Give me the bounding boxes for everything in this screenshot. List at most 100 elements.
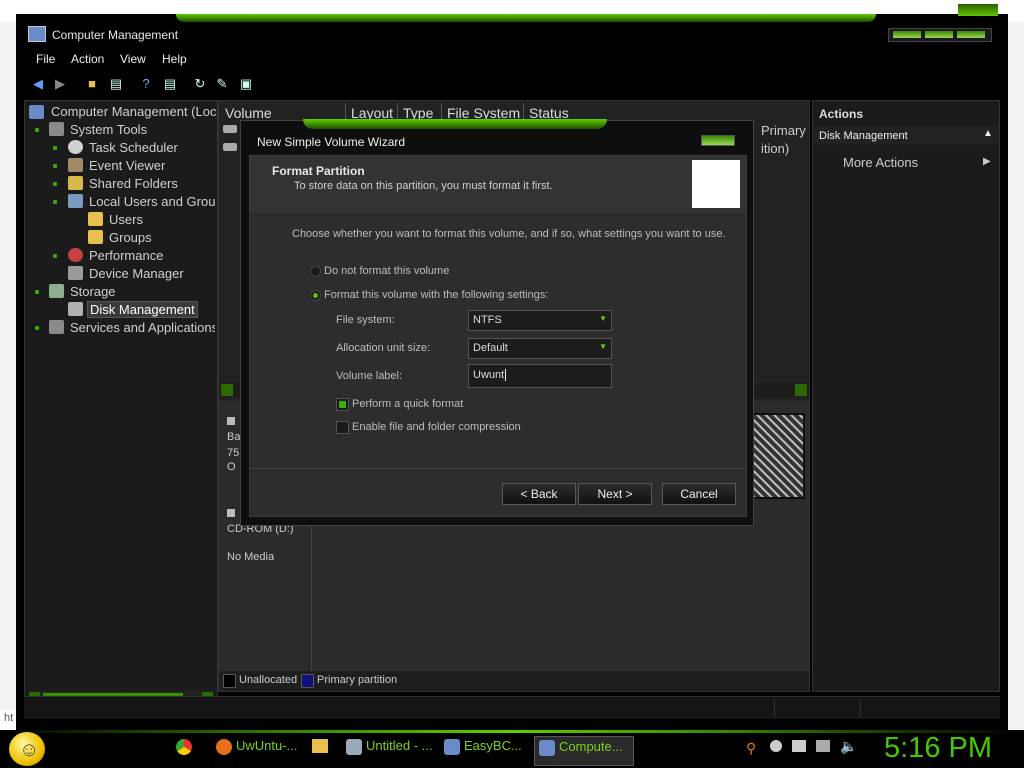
label-do-not-format[interactable]: Do not format this volume (324, 265, 449, 277)
back-arrow-icon[interactable]: ◀ (30, 76, 46, 92)
folder-icon (88, 212, 103, 226)
close-button[interactable] (957, 31, 985, 38)
start-button-smiley-icon[interactable]: ☺ (9, 732, 45, 766)
radio-format-volume[interactable] (310, 290, 321, 301)
disk-basic-text: Ba (227, 431, 241, 443)
menu-view[interactable]: View (120, 52, 146, 66)
expand-dot-icon[interactable] (35, 290, 39, 294)
title-bar[interactable]: Computer Management (16, 4, 1008, 44)
radio-do-not-format[interactable] (310, 266, 321, 277)
tree-item-event-viewer[interactable]: Event Viewer (89, 158, 165, 173)
expand-dot-icon[interactable] (35, 128, 39, 132)
performance-icon (68, 248, 83, 262)
show-hide-tree-icon[interactable]: ▤ (108, 76, 124, 92)
maximize-button[interactable] (925, 31, 953, 38)
new-simple-volume-wizard-dialog: New Simple Volume Wizard Format Partitio… (240, 119, 754, 526)
export-list-icon[interactable]: ▣ (238, 76, 254, 92)
expand-dot-icon[interactable] (53, 146, 57, 150)
tree-item-storage[interactable]: Storage (70, 284, 116, 299)
partition-block-hatched[interactable] (751, 413, 805, 499)
tree-item-services[interactable]: Services and Applications (70, 320, 215, 335)
compression-checkbox[interactable] (336, 421, 349, 434)
folder-icon (88, 230, 103, 244)
actions-section-title: Disk Management (819, 130, 908, 142)
menu-action[interactable]: Action (71, 52, 104, 66)
back-button[interactable]: < Back (502, 483, 576, 505)
drive-icon (223, 143, 237, 151)
tree-item-groups[interactable]: Groups (109, 230, 152, 245)
users-icon (68, 194, 83, 208)
status-primary-text: Primary (761, 123, 806, 138)
refresh-icon[interactable]: ↻ (192, 76, 208, 92)
task-untitled[interactable]: Untitled - ... (342, 736, 440, 764)
scroll-left-icon[interactable] (221, 384, 233, 396)
background-url-hint: ht (4, 712, 14, 724)
tray-status-icon[interactable] (770, 740, 782, 752)
tree-item-computer-management[interactable]: Computer Management (Loc (51, 104, 217, 119)
scroll-right-icon[interactable] (795, 384, 807, 396)
column-volume[interactable]: Volume (225, 105, 272, 121)
tray-flag-icon[interactable] (792, 740, 806, 752)
tree-item-shared-folders[interactable]: Shared Folders (89, 176, 178, 191)
label-format-volume[interactable]: Format this volume with the following se… (324, 289, 548, 301)
dialog-body: Format Partition To store data on this p… (249, 155, 747, 517)
help-icon[interactable]: ? (138, 76, 154, 92)
expand-dot-icon[interactable] (53, 200, 57, 204)
menu-help[interactable]: Help (162, 52, 187, 66)
background-window-left (0, 0, 16, 710)
folder-icon[interactable] (312, 739, 328, 753)
volume-label-value: Uwunt (473, 369, 507, 381)
window-controls[interactable] (888, 28, 992, 42)
firefox-icon (216, 738, 232, 755)
dropdown-arrow-icon: ▼ (599, 342, 607, 351)
tree-item-disk-management[interactable]: Disk Management (87, 301, 198, 318)
volume-label-label: Volume label: (336, 370, 403, 382)
menu-file[interactable]: File (36, 52, 55, 66)
task-computer-management[interactable]: Compute... (534, 736, 634, 766)
folder-up-icon[interactable]: ■ (84, 76, 100, 92)
dialog-close-button[interactable] (701, 135, 735, 146)
collapse-up-icon[interactable]: ▲ (983, 128, 993, 139)
tree-item-users[interactable]: Users (109, 212, 143, 227)
expand-dot-icon[interactable] (53, 182, 57, 186)
tree-item-performance[interactable]: Performance (89, 248, 163, 263)
task-untitled-label: Untitled - ... (366, 738, 433, 753)
chrome-icon[interactable] (176, 739, 192, 755)
taskbar-glow (0, 730, 1024, 733)
more-actions-link[interactable]: More Actions (843, 155, 918, 170)
next-button[interactable]: Next > (578, 483, 652, 505)
taskbar-clock[interactable]: 5:16 PM (884, 732, 992, 765)
expand-dot-icon[interactable] (35, 326, 39, 330)
quick-format-checkbox[interactable] (336, 398, 349, 411)
console-view-icon[interactable]: ▤ (162, 76, 178, 92)
task-easybcd-label: EasyBC... (464, 738, 522, 753)
minimize-button[interactable] (893, 31, 921, 38)
task-uwuntu[interactable]: UwUntu-... (212, 736, 302, 764)
tree-item-system-tools[interactable]: System Tools (70, 122, 147, 137)
expand-dot-icon[interactable] (53, 164, 57, 168)
allocation-unit-select[interactable]: Default ▼ (468, 338, 612, 359)
expand-dot-icon[interactable] (53, 254, 57, 258)
cancel-button[interactable]: Cancel (662, 483, 736, 505)
network-icon[interactable] (816, 740, 830, 752)
actions-section[interactable]: Disk Management ▲ (813, 125, 999, 145)
computer-management-icon (539, 739, 555, 756)
quick-format-label[interactable]: Perform a quick format (352, 398, 463, 410)
submenu-arrow-icon[interactable]: ▶ (983, 156, 991, 167)
tree-item-task-scheduler[interactable]: Task Scheduler (89, 140, 178, 155)
tree-item-local-users[interactable]: Local Users and Grou (89, 194, 215, 209)
file-system-select[interactable]: NTFS ▼ (468, 310, 612, 331)
volume-icon[interactable]: 🔈 (840, 738, 857, 755)
properties-icon[interactable]: ✎ (214, 76, 230, 92)
status-divider (774, 699, 775, 717)
forward-arrow-icon[interactable]: ▶ (52, 76, 68, 92)
dialog-title-glow (303, 119, 607, 129)
volume-label-input[interactable]: Uwunt (468, 364, 612, 388)
disk-online-text: O (227, 461, 236, 473)
compression-label[interactable]: Enable file and folder compression (352, 421, 521, 433)
disk-divider (311, 513, 312, 691)
task-easybcd[interactable]: EasyBC... (440, 736, 534, 764)
tree-item-device-manager[interactable]: Device Manager (89, 266, 184, 281)
search-icon[interactable]: ⚲ (746, 740, 756, 757)
dialog-title: New Simple Volume Wizard (257, 135, 406, 149)
